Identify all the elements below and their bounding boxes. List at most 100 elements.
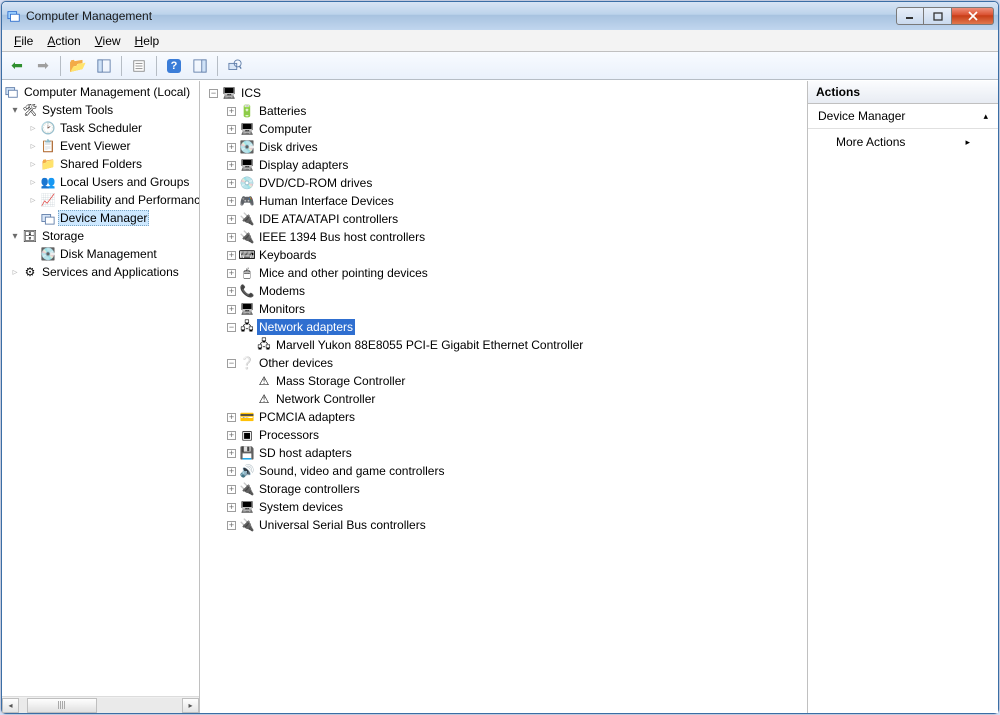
menu-file[interactable]: File xyxy=(8,32,39,50)
expand-icon[interactable]: ▹ xyxy=(26,121,40,135)
node-label: Mass Storage Controller xyxy=(274,373,407,389)
device-node-system-devices[interactable]: +🖥System devices xyxy=(200,498,807,516)
expand-box-icon[interactable]: + xyxy=(227,287,236,296)
scroll-left-button[interactable]: ◂ xyxy=(2,698,19,713)
device-node-display[interactable]: +🖥Display adapters xyxy=(200,156,807,174)
help-button[interactable]: ? xyxy=(163,55,185,77)
expand-icon[interactable]: ▹ xyxy=(26,175,40,189)
scroll-thumb[interactable] xyxy=(27,698,97,713)
expand-box-icon[interactable]: + xyxy=(227,215,236,224)
scan-hardware-button[interactable] xyxy=(224,55,246,77)
device-node-marvell[interactable]: 🖧Marvell Yukon 88E8055 PCI-E Gigabit Eth… xyxy=(200,336,807,354)
device-node-ieee1394[interactable]: +🔌IEEE 1394 Bus host controllers xyxy=(200,228,807,246)
expand-box-icon[interactable]: + xyxy=(227,413,236,422)
tree-node-disk-management[interactable]: 💽 Disk Management xyxy=(2,245,199,263)
tree-node-storage[interactable]: ▾ 🗄 Storage xyxy=(2,227,199,245)
device-node-root[interactable]: −🖥ICS xyxy=(200,84,807,102)
titlebar[interactable]: Computer Management xyxy=(2,2,998,30)
expand-box-icon[interactable]: + xyxy=(227,431,236,440)
perf-icon: 📈 xyxy=(40,192,56,208)
scope-tree[interactable]: Computer Management (Local) ▾ 🛠 System T… xyxy=(2,81,199,696)
device-node-disk-drives[interactable]: +💽Disk drives xyxy=(200,138,807,156)
back-button[interactable]: ⬅ xyxy=(6,55,28,77)
up-button[interactable]: 📂 xyxy=(67,55,89,77)
expand-box-icon[interactable]: + xyxy=(227,161,236,170)
device-node-hid[interactable]: +🎮Human Interface Devices xyxy=(200,192,807,210)
properties-button[interactable] xyxy=(128,55,150,77)
expand-box-icon[interactable]: + xyxy=(227,251,236,260)
collapse-box-icon[interactable]: − xyxy=(227,323,236,332)
tree-node-task-scheduler[interactable]: ▹ 🕑 Task Scheduler xyxy=(2,119,199,137)
device-node-network-controller[interactable]: ⚠Network Controller xyxy=(200,390,807,408)
device-node-ide[interactable]: +🔌IDE ATA/ATAPI controllers xyxy=(200,210,807,228)
device-node-modems[interactable]: +📞Modems xyxy=(200,282,807,300)
device-node-usb[interactable]: +🔌Universal Serial Bus controllers xyxy=(200,516,807,534)
collapse-section-icon[interactable]: ▴ xyxy=(983,111,988,122)
monitor-icon: 🖥 xyxy=(239,301,255,317)
expand-box-icon[interactable]: + xyxy=(227,449,236,458)
tree-node-device-manager[interactable]: Device Manager xyxy=(2,209,199,227)
tree-node-local-users[interactable]: ▹ 👥 Local Users and Groups xyxy=(2,173,199,191)
device-node-processors[interactable]: +▣Processors xyxy=(200,426,807,444)
show-hide-tree-button[interactable] xyxy=(93,55,115,77)
collapse-box-icon[interactable]: − xyxy=(209,89,218,98)
device-node-mice[interactable]: +🖱Mice and other pointing devices xyxy=(200,264,807,282)
minimize-button[interactable] xyxy=(896,7,924,25)
action-pane-button[interactable] xyxy=(189,55,211,77)
device-node-network-adapters[interactable]: −🖧Network adapters xyxy=(200,318,807,336)
menu-help[interactable]: Help xyxy=(129,32,166,50)
expand-box-icon[interactable]: + xyxy=(227,197,236,206)
forward-button[interactable]: ➡ xyxy=(32,55,54,77)
device-node-sound[interactable]: +🔊Sound, video and game controllers xyxy=(200,462,807,480)
device-tree[interactable]: −🖥ICS +🔋Batteries +🖥Computer +💽Disk driv… xyxy=(200,81,807,713)
tree-node-reliability[interactable]: ▹ 📈 Reliability and Performance xyxy=(2,191,199,209)
actions-section[interactable]: Device Manager ▴ xyxy=(808,104,998,129)
scope-pane: Computer Management (Local) ▾ 🛠 System T… xyxy=(2,81,200,713)
scroll-right-button[interactable]: ▸ xyxy=(182,698,199,713)
expand-box-icon[interactable]: + xyxy=(227,233,236,242)
expand-icon[interactable]: ▹ xyxy=(8,265,22,279)
expand-box-icon[interactable]: + xyxy=(227,503,236,512)
mmc-icon xyxy=(4,84,20,100)
device-node-batteries[interactable]: +🔋Batteries xyxy=(200,102,807,120)
device-node-sd[interactable]: +💾SD host adapters xyxy=(200,444,807,462)
device-node-keyboards[interactable]: +⌨Keyboards xyxy=(200,246,807,264)
menu-action[interactable]: Action xyxy=(41,32,86,50)
device-node-computer[interactable]: +🖥Computer xyxy=(200,120,807,138)
expand-box-icon[interactable]: + xyxy=(227,107,236,116)
expand-icon[interactable]: ▹ xyxy=(26,139,40,153)
collapse-icon[interactable]: ▾ xyxy=(8,103,22,117)
node-label: DVD/CD-ROM drives xyxy=(257,175,374,191)
node-label: Sound, video and game controllers xyxy=(257,463,446,479)
maximize-button[interactable] xyxy=(924,7,952,25)
expand-box-icon[interactable]: + xyxy=(227,143,236,152)
tree-node-shared-folders[interactable]: ▹ 📁 Shared Folders xyxy=(2,155,199,173)
tree-node-event-viewer[interactable]: ▹ 📋 Event Viewer xyxy=(2,137,199,155)
expand-box-icon[interactable]: + xyxy=(227,467,236,476)
expand-box-icon[interactable]: + xyxy=(227,179,236,188)
scroll-track[interactable] xyxy=(19,698,182,713)
collapse-box-icon[interactable]: − xyxy=(227,359,236,368)
expand-box-icon[interactable]: + xyxy=(227,269,236,278)
menu-view[interactable]: View xyxy=(89,32,127,50)
expand-box-icon[interactable]: + xyxy=(227,125,236,134)
tree-node-root[interactable]: Computer Management (Local) xyxy=(2,83,199,101)
device-node-storage-ctrl[interactable]: +🔌Storage controllers xyxy=(200,480,807,498)
expand-box-icon[interactable]: + xyxy=(227,485,236,494)
node-label: Disk drives xyxy=(257,139,320,155)
close-button[interactable] xyxy=(952,7,994,25)
device-node-pcmcia[interactable]: +💳PCMCIA adapters xyxy=(200,408,807,426)
tree-node-services-apps[interactable]: ▹ ⚙ Services and Applications xyxy=(2,263,199,281)
device-node-monitors[interactable]: +🖥Monitors xyxy=(200,300,807,318)
expand-icon[interactable]: ▹ xyxy=(26,193,40,207)
device-node-mass-storage[interactable]: ⚠Mass Storage Controller xyxy=(200,372,807,390)
expand-box-icon[interactable]: + xyxy=(227,521,236,530)
collapse-icon[interactable]: ▾ xyxy=(8,229,22,243)
device-node-dvd[interactable]: +💿DVD/CD-ROM drives xyxy=(200,174,807,192)
actions-item-more[interactable]: More Actions ▸ xyxy=(808,129,998,155)
device-node-other-devices[interactable]: −❔Other devices xyxy=(200,354,807,372)
tree-node-system-tools[interactable]: ▾ 🛠 System Tools xyxy=(2,101,199,119)
expand-box-icon[interactable]: + xyxy=(227,305,236,314)
left-horizontal-scrollbar[interactable]: ◂ ▸ xyxy=(2,696,199,713)
expand-icon[interactable]: ▹ xyxy=(26,157,40,171)
